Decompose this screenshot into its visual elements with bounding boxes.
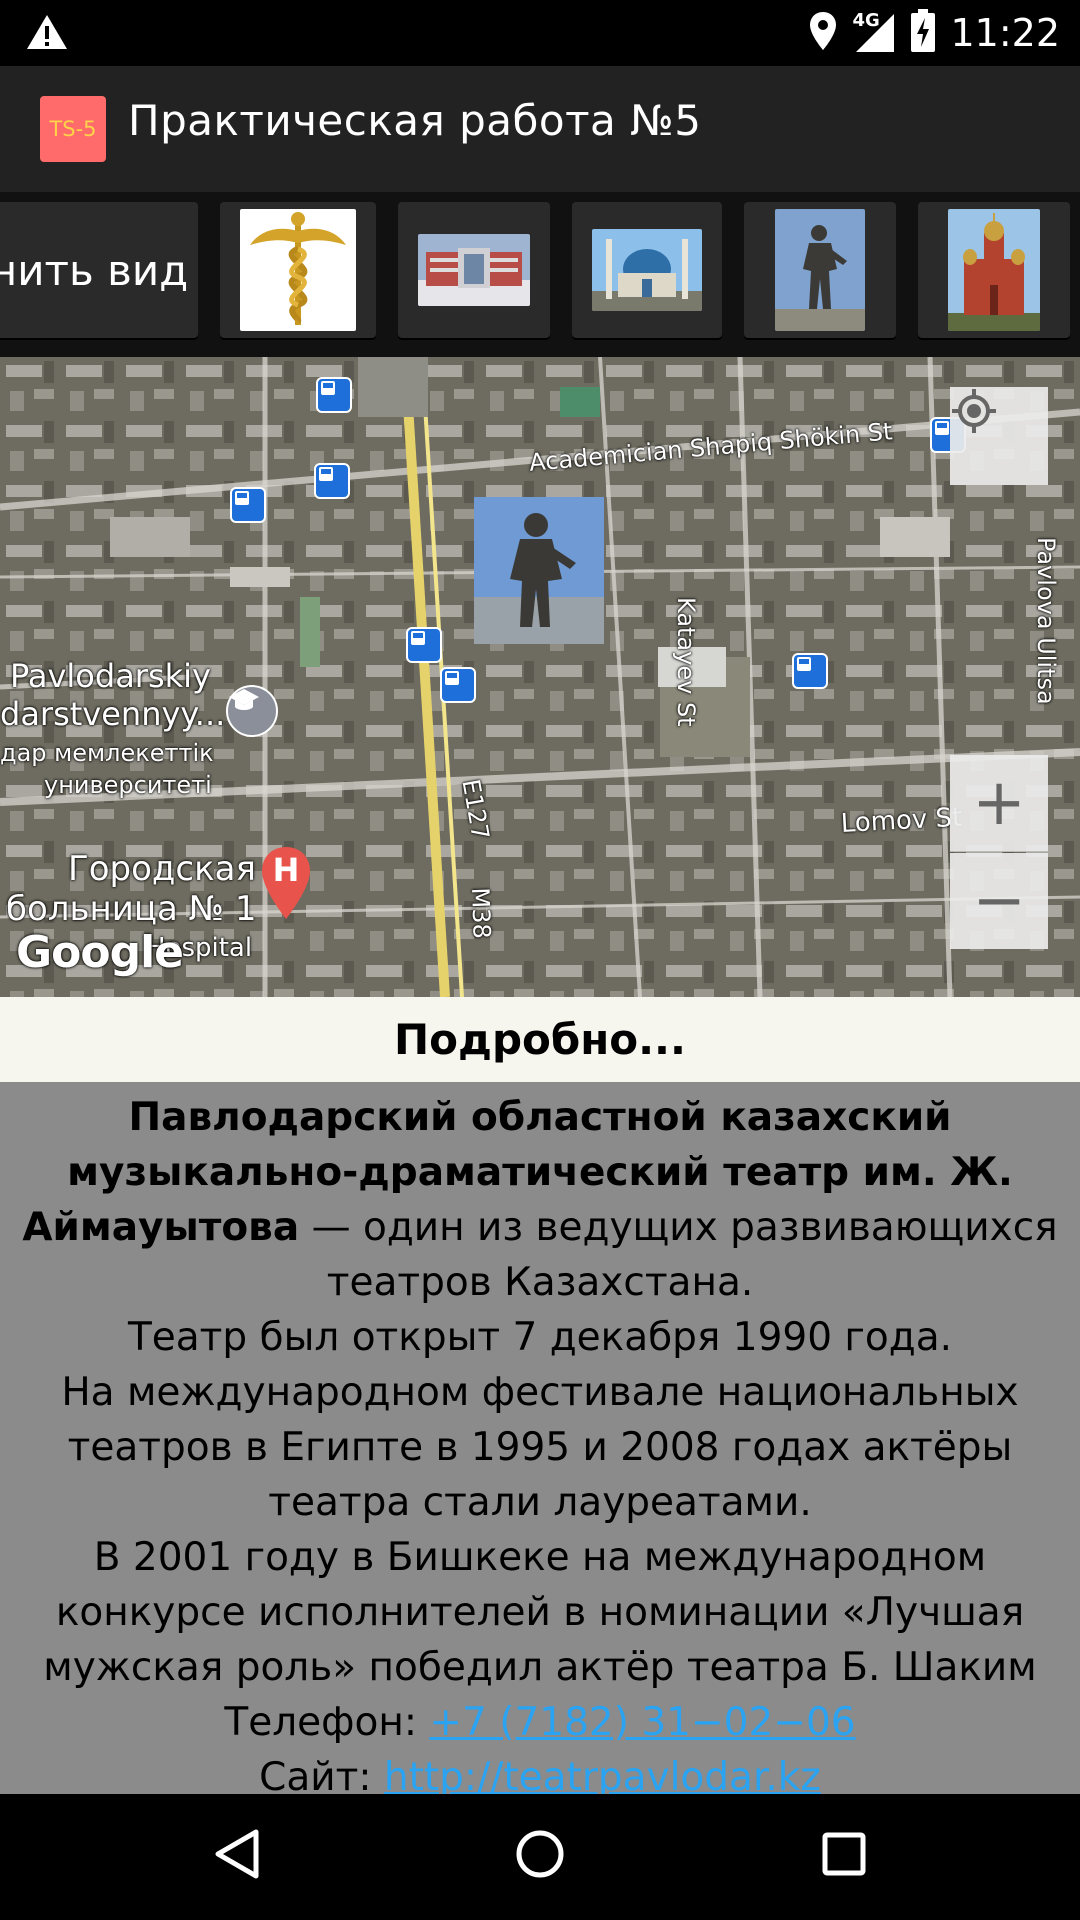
- poi-label: дар мемлекеттік: [0, 739, 214, 767]
- graduation-cap-icon: [229, 689, 259, 710]
- zoom-out-button[interactable]: −: [950, 853, 1048, 949]
- page-title: Практическая работа №5: [128, 96, 702, 145]
- zoom-in-button[interactable]: +: [950, 755, 1048, 852]
- statue-place-button[interactable]: [744, 202, 896, 338]
- street-label: Pavlova Ulitsa: [1032, 537, 1060, 705]
- minus-icon: −: [972, 864, 1026, 938]
- status-bar: 4G 11:22: [0, 0, 1080, 66]
- recents-button[interactable]: [820, 1828, 868, 1884]
- poi-label: darstvennyy...: [0, 695, 226, 733]
- info-intro-text: — один из ведущих развивающихся театров …: [299, 1205, 1058, 1305]
- location-icon: [808, 11, 838, 55]
- medical-place-button[interactable]: [220, 202, 376, 338]
- app-bar: TS-5 Практическая работа №5: [0, 66, 1080, 192]
- recents-square-icon: [822, 1832, 866, 1876]
- home-button[interactable]: [514, 1828, 566, 1884]
- navigation-bar: [0, 1794, 1080, 1920]
- signal-icon: 4G: [852, 10, 896, 54]
- site-label: Сайт:: [259, 1755, 384, 1794]
- home-circle-icon: [516, 1830, 564, 1878]
- hospital-building-thumb: [418, 234, 530, 306]
- info-intro: Павлодарский областной казахский музыкал…: [6, 1090, 1074, 1310]
- network-type: 4G: [852, 10, 880, 31]
- site-link[interactable]: http://teatrpavlodar.kz: [384, 1755, 821, 1794]
- toolbar-strip: нить вид: [0, 192, 1080, 357]
- phone-link[interactable]: +7 (7182) 31−02−06: [429, 1700, 855, 1745]
- bus-stop-icon[interactable]: [316, 377, 352, 413]
- info-paragraph: На международном фестивале национальных …: [61, 1370, 1019, 1525]
- app-logo: TS-5: [40, 96, 106, 162]
- google-logo: Google: [16, 927, 184, 978]
- change-view-label: нить вид: [0, 245, 189, 295]
- warning-icon: [26, 14, 68, 54]
- plus-icon: +: [972, 766, 1026, 840]
- cathedral-thumb: [948, 209, 1040, 331]
- bus-stop-icon[interactable]: [314, 463, 350, 499]
- bus-stop-icon[interactable]: [440, 667, 476, 703]
- statue-thumb: [775, 209, 865, 331]
- cathedral-place-button[interactable]: [918, 202, 1070, 338]
- details-label: Подробно...: [394, 1015, 686, 1064]
- hospital-place-button[interactable]: [398, 202, 550, 338]
- road-label: M38: [466, 887, 496, 940]
- clock: 11:22: [950, 11, 1060, 55]
- bus-stop-icon[interactable]: [406, 627, 442, 663]
- info-paragraph: Театр был открыт 7 декабря 1990 года.: [127, 1315, 953, 1360]
- mosque-thumb: [592, 229, 702, 311]
- poi-label: Pavlodarskiy: [10, 657, 211, 695]
- info-paragraph: В 2001 году в Бишкеке на международном к…: [43, 1535, 1037, 1690]
- poi-label: больница № 1: [6, 889, 257, 929]
- site-row: Сайт: http://teatrpavlodar.kz: [6, 1750, 1074, 1794]
- mosque-place-button[interactable]: [572, 202, 722, 338]
- change-view-button[interactable]: нить вид: [0, 202, 198, 338]
- street-label: Katayev St: [672, 597, 700, 727]
- street-label: Lomov St: [840, 802, 963, 839]
- phone-label: Телефон:: [224, 1700, 430, 1745]
- poi-label: Городская: [68, 849, 256, 889]
- back-button[interactable]: [212, 1828, 260, 1884]
- map-view[interactable]: Academician Shapiq Shökin St Katayev St …: [0, 357, 1080, 997]
- battery-charging-icon: [910, 9, 936, 57]
- my-location-button[interactable]: [950, 387, 1048, 485]
- hospital-pin[interactable]: H: [260, 845, 312, 921]
- hospital-pin-letter: H: [272, 851, 300, 889]
- crosshair-icon: [952, 389, 996, 433]
- bus-stop-icon[interactable]: [230, 487, 266, 523]
- bus-stop-icon[interactable]: [792, 653, 828, 689]
- details-button[interactable]: Подробно...: [0, 997, 1080, 1082]
- caduceus-thumb: [240, 209, 356, 331]
- poi-label: университеті: [44, 771, 212, 799]
- phone-row: Телефон: +7 (7182) 31−02−06: [6, 1695, 1074, 1750]
- back-triangle-icon: [215, 1829, 259, 1879]
- info-panel: Павлодарский областной казахский музыкал…: [0, 1082, 1080, 1794]
- university-pin[interactable]: [226, 685, 278, 737]
